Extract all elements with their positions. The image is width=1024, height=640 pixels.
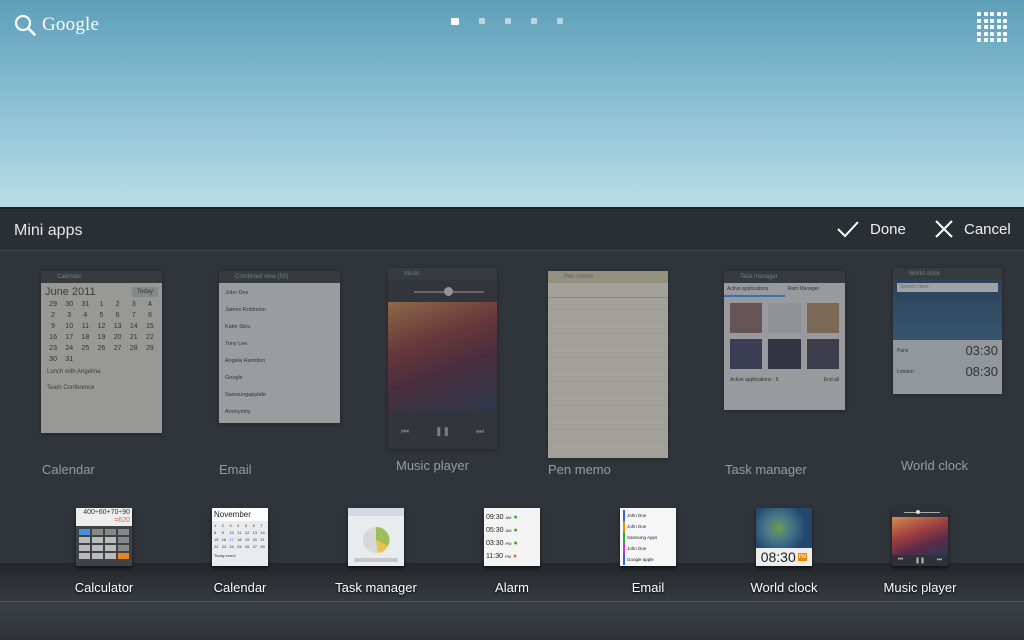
google-search-label: Google (42, 14, 100, 35)
calculator-display: 400÷60+70÷90 =620 (76, 508, 132, 526)
calendar-preview-titlebar: Calendar (41, 271, 162, 283)
calendar-preview-label: Calendar (42, 462, 95, 477)
alarm-list: 09:30 AM ● 05:30 AM ● 03:30 PM ● 11:30 P… (486, 514, 518, 560)
world-clock-app-icon[interactable]: 08:30 PM (756, 508, 812, 566)
world-clock-time: 08:30 PM (760, 549, 808, 565)
calendar-preview-today: Today (131, 287, 158, 297)
calendar-preview-event-1: Lunch with Angelina (47, 369, 101, 375)
page-indicator (451, 18, 563, 25)
world-map: Search cities (893, 280, 1002, 340)
cancel-button[interactable]: Cancel (934, 219, 1011, 239)
page-dot-2 (479, 18, 485, 24)
pen-memo-preview-label: Pen memo (548, 462, 611, 477)
calendar-preview-event-2: Team Conference (47, 385, 95, 391)
pen-memo-titlebar: Pen memo (548, 271, 668, 283)
panel-title: Mini apps (14, 222, 83, 239)
playback-controls: ⏮ ❚❚ ⏭ (400, 426, 485, 436)
calendar-label[interactable]: Calendar (214, 580, 267, 595)
mini-apps-tray (0, 563, 1024, 640)
search-icon (14, 14, 36, 36)
cancel-label: Cancel (964, 220, 1011, 238)
world-clock-globe (756, 508, 812, 548)
alarm-icon[interactable]: 09:30 AM ● 05:30 AM ● 03:30 PM ● 11:30 P… (484, 508, 540, 566)
email-preview-list: John Doe James Robinson Katie Stou Tony … (225, 290, 266, 415)
music-icon-volume (892, 508, 948, 517)
world-clock-preview[interactable]: World clock Search cities Paris 03:30 Lo… (893, 268, 1002, 394)
task-manager-label[interactable]: Task manager (335, 580, 417, 595)
email-preview-label: Email (219, 462, 252, 477)
google-search-bar[interactable]: Google (14, 14, 99, 36)
task-manager-preview-label: Task manager (725, 462, 807, 477)
checkmark-icon (837, 221, 859, 238)
music-preview-label: Music player (396, 458, 469, 473)
world-clock-city-2: London 08:30 (897, 364, 998, 379)
task-manager-footer: Active applications : 6 End all (730, 377, 839, 383)
page-dot-4 (531, 18, 537, 24)
page-dot-5 (557, 18, 563, 24)
email-preview-titlebar: Combined view (50) (219, 271, 340, 283)
calculator-keys (76, 526, 132, 562)
apps-grid-icon[interactable] (977, 12, 1007, 42)
music-icon-controls: ⏮ ❚❚ ⏭ (897, 557, 943, 564)
email-preview[interactable]: Combined view (50) John Doe James Robins… (219, 271, 340, 423)
music-preview-titlebar: Music (388, 268, 497, 280)
world-clock-label[interactable]: World clock (751, 580, 818, 595)
album-art (388, 302, 497, 412)
done-label: Done (870, 220, 906, 238)
calendar-app-icon[interactable]: November 1234567 8 9 10 11 12 13 14 15 16 17 18 19… (212, 508, 268, 566)
home-wallpaper (0, 0, 1024, 207)
email-app-icon[interactable]: John Doe John Doe Samsung Apps John Doe … (620, 508, 676, 566)
calculator-icon[interactable]: 400÷60+70÷90 =620 (76, 508, 132, 566)
calendar-icon-grid: 1234567 8 9 10 11 12 13 14 15 16 17 18 19 20 21 22 23… (214, 523, 265, 549)
email-icon-list: John Doe John Doe Samsung Apps John Doe … (620, 508, 676, 566)
calculator-label[interactable]: Calculator (75, 580, 134, 595)
calendar-icon-month: November (212, 508, 268, 521)
world-clock-preview-label: World clock (901, 458, 968, 473)
calendar-preview-grid: 29 30 31 1 2 3 4 2345678 9 10 11 12 13 14 15 16 17 18 1… (49, 301, 154, 363)
task-manager-tabs: Active applications Ram Manager (724, 283, 845, 297)
email-label[interactable]: Email (632, 580, 665, 595)
world-clock-titlebar: World clock (893, 268, 1002, 280)
pen-memo-preview[interactable]: Pen memo (548, 271, 668, 458)
pen-memo-paper (548, 298, 668, 448)
page-dot-3 (505, 18, 511, 24)
world-clock-city-1: Paris 03:30 (897, 343, 998, 358)
music-icon-art (892, 517, 948, 555)
task-manager-app-grid (724, 297, 845, 375)
pie-chart-icon (348, 508, 404, 562)
music-player-app-icon[interactable]: ⏮ ❚❚ ⏭ (892, 508, 948, 566)
calendar-preview[interactable]: Calendar June 2011 Today 29 30 31 1 2 3 4 2345… (41, 271, 162, 433)
alarm-label[interactable]: Alarm (495, 580, 529, 595)
music-player-preview[interactable]: Music ⏮ ❚❚ ⏭ (388, 268, 497, 449)
task-manager-app-icon[interactable] (348, 508, 404, 566)
calendar-icon-footer: Today event (214, 553, 236, 558)
mini-apps-header: Mini apps Done Cancel (0, 207, 1024, 251)
done-button[interactable]: Done (836, 219, 906, 239)
music-player-label[interactable]: Music player (884, 580, 957, 595)
task-manager-preview[interactable]: Task manager Active applications Ram Man… (724, 271, 845, 410)
close-icon (935, 220, 953, 238)
calendar-preview-month: June 2011 (45, 286, 96, 298)
volume-slider (388, 280, 497, 302)
task-manager-titlebar: Task manager (724, 271, 845, 283)
page-dot-1 (451, 18, 459, 25)
pen-memo-toolbar (548, 283, 668, 298)
